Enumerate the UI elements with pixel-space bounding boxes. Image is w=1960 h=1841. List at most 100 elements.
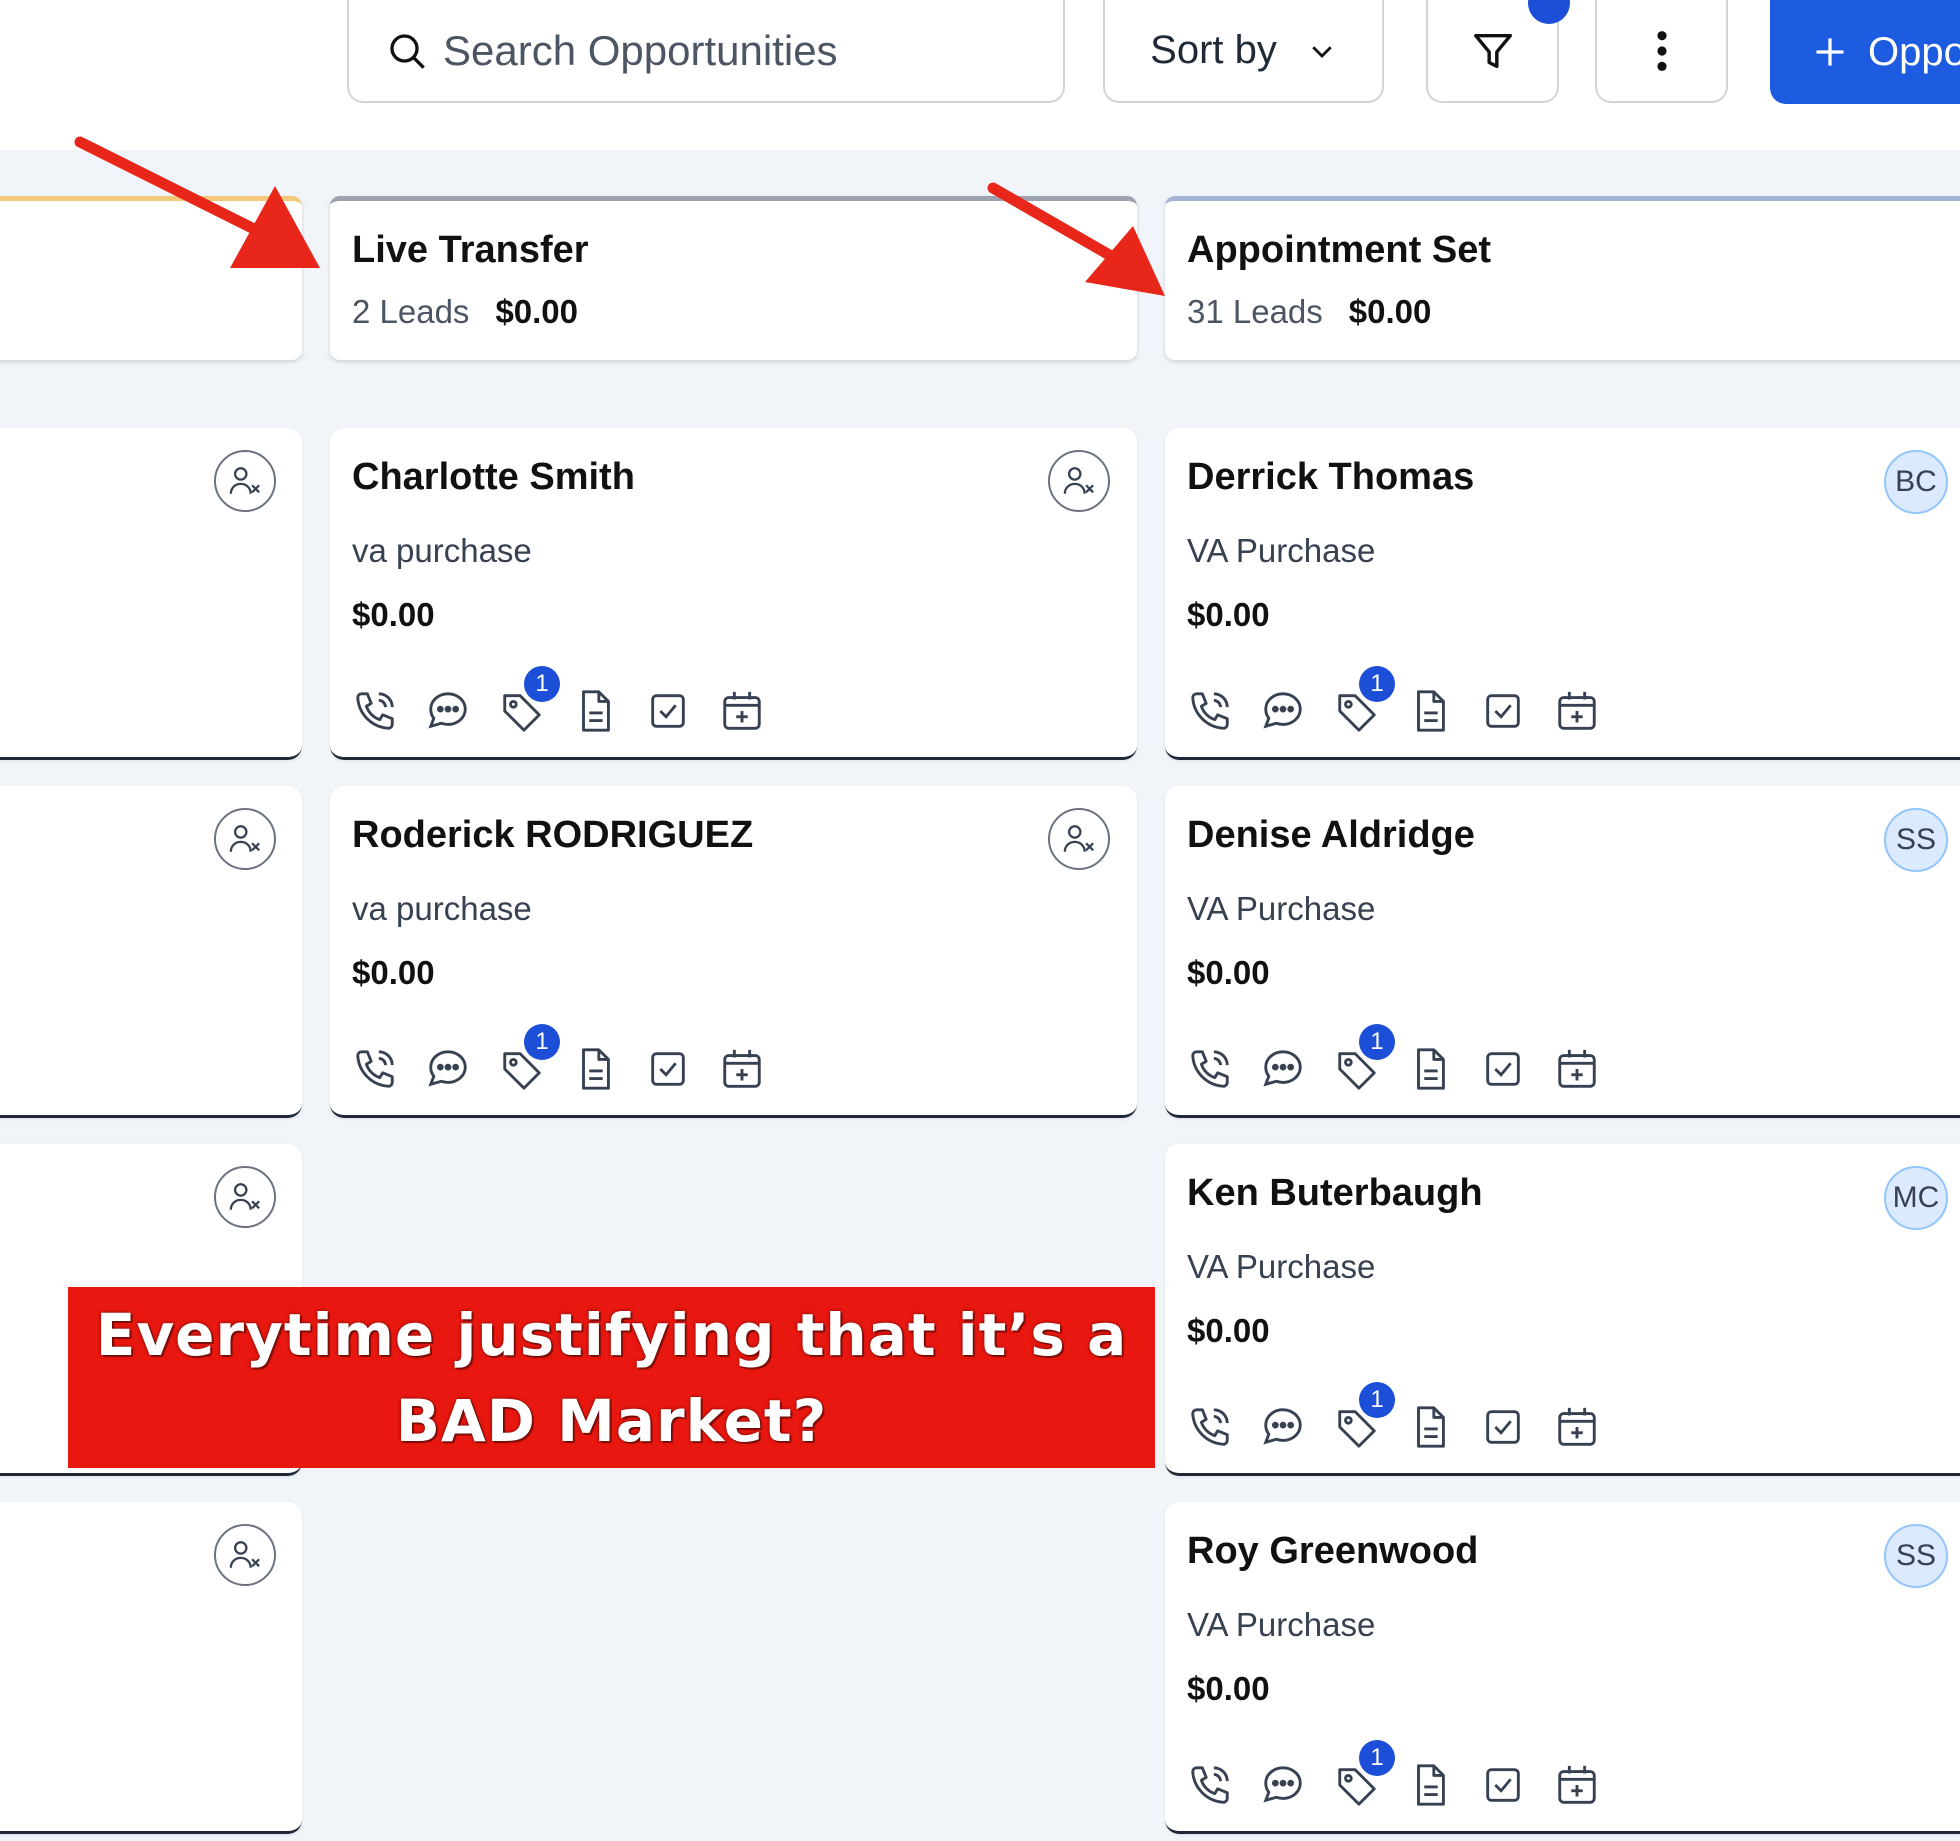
phone-icon[interactable]	[1187, 1762, 1233, 1808]
chevron-down-icon	[1312, 45, 1332, 58]
add-opportunity-button[interactable]: Oppo	[1770, 0, 1960, 104]
search-box[interactable]	[347, 0, 1065, 103]
user-remove-icon	[1063, 825, 1094, 852]
opportunity-name[interactable]: Derrick Thomas	[1187, 456, 1474, 499]
opportunity-amount: $0.00	[352, 954, 435, 991]
more-options-button[interactable]	[1595, 0, 1728, 103]
assignee-avatar[interactable]: BC	[1884, 450, 1948, 514]
tag-count-badge: 1	[524, 666, 560, 702]
calendar-add-icon[interactable]	[719, 688, 765, 734]
document-icon[interactable]	[1407, 688, 1453, 734]
task-checkbox-icon[interactable]	[1480, 1762, 1526, 1808]
chat-icon[interactable]	[1260, 1046, 1306, 1092]
plus-icon	[1816, 38, 1844, 66]
opportunity-type: VA Purchase	[1187, 890, 1376, 927]
pipeline-board: Live Transfer 2 Leads $0.00 Charlotte Smi…	[0, 150, 1960, 1841]
caption-line-1: Everytime justifying that it’s a	[95, 1300, 1128, 1369]
tag-count-badge: 1	[1359, 1024, 1395, 1060]
sort-by-button[interactable]: Sort by	[1103, 0, 1384, 103]
unassigned-user-button[interactable]	[1048, 450, 1110, 512]
opportunity-card[interactable]: Denise Aldridge VA Purchase $0.00 SS 1	[1165, 786, 1960, 1118]
opportunity-card-partial[interactable]	[0, 786, 302, 1118]
assignee-avatar[interactable]: SS	[1884, 1524, 1948, 1588]
opportunity-card[interactable]: Roy Greenwood VA Purchase $0.00 SS 1	[1165, 1502, 1960, 1834]
opportunity-card-partial[interactable]	[0, 1502, 302, 1834]
phone-icon[interactable]	[352, 688, 398, 734]
phone-icon[interactable]	[1187, 688, 1233, 734]
assignee-avatar[interactable]: SS	[1884, 808, 1948, 872]
task-checkbox-icon[interactable]	[1480, 688, 1526, 734]
opportunity-card[interactable]: Charlotte Smith va purchase $0.00 1	[330, 428, 1137, 760]
unassigned-user-button[interactable]	[214, 1166, 276, 1228]
tag-count-badge: 1	[1359, 666, 1395, 702]
phone-icon[interactable]	[1187, 1404, 1233, 1450]
chat-icon[interactable]	[1260, 1404, 1306, 1450]
column-header-appointment-set: Appointment Set 31 Leads $0.00	[1165, 196, 1960, 360]
column-total: $0.00	[495, 293, 579, 330]
search-input[interactable]	[441, 25, 1045, 76]
chat-icon[interactable]	[425, 688, 471, 734]
red-arrow-annotation	[74, 136, 320, 268]
document-icon[interactable]	[572, 1046, 618, 1092]
chat-icon[interactable]	[1260, 1762, 1306, 1808]
user-remove-icon	[229, 825, 260, 852]
opportunity-name[interactable]: Denise Aldridge	[1187, 814, 1475, 857]
phone-icon[interactable]	[352, 1046, 398, 1092]
opportunity-type: VA Purchase	[1187, 1606, 1376, 1643]
column-meta: 31 Leads $0.00	[1187, 293, 1431, 331]
opportunity-name[interactable]: Ken Buterbaugh	[1187, 1172, 1483, 1215]
filter-icon	[1473, 33, 1512, 68]
toolbar: Sort by Oppo	[0, 0, 1960, 150]
caption-line-2: BAD Market?	[395, 1386, 828, 1455]
vertical-dots-icon	[1656, 30, 1667, 71]
chat-icon[interactable]	[1260, 688, 1306, 734]
calendar-add-icon[interactable]	[1554, 1762, 1600, 1808]
opportunity-name[interactable]: Roderick RODRIGUEZ	[352, 814, 753, 857]
task-checkbox-icon[interactable]	[1480, 1404, 1526, 1450]
document-icon[interactable]	[572, 688, 618, 734]
opportunity-amount: $0.00	[352, 596, 435, 633]
column-meta: 2 Leads $0.00	[352, 293, 578, 331]
task-checkbox-icon[interactable]	[1480, 1046, 1526, 1092]
chat-icon[interactable]	[425, 1046, 471, 1092]
assignee-avatar[interactable]: MC	[1884, 1166, 1948, 1230]
unassigned-user-button[interactable]	[214, 450, 276, 512]
opportunity-name[interactable]: Charlotte Smith	[352, 456, 635, 499]
opportunity-card[interactable]: Derrick Thomas VA Purchase $0.00 BC 1	[1165, 428, 1960, 760]
tag-count-badge: 1	[1359, 1382, 1395, 1418]
opportunity-card[interactable]: Ken Buterbaugh VA Purchase $0.00 MC 1	[1165, 1144, 1960, 1476]
document-icon[interactable]	[1407, 1404, 1453, 1450]
opportunity-type: VA Purchase	[1187, 532, 1376, 569]
user-remove-icon	[229, 1541, 260, 1568]
opportunity-name[interactable]: Roy Greenwood	[1187, 1530, 1478, 1573]
opportunity-amount: $0.00	[1187, 1312, 1270, 1349]
unassigned-user-button[interactable]	[1048, 808, 1110, 870]
column-title: Appointment Set	[1187, 229, 1491, 271]
sort-by-label: Sort by	[1150, 28, 1277, 72]
opportunity-card[interactable]: Roderick RODRIGUEZ va purchase $0.00 1	[330, 786, 1137, 1118]
opportunity-amount: $0.00	[1187, 1670, 1270, 1707]
caption-banner: Everytime justifying that it’s a BAD Mar…	[68, 1287, 1155, 1468]
task-checkbox-icon[interactable]	[645, 688, 691, 734]
opportunity-card-partial[interactable]	[0, 428, 302, 760]
opportunity-amount: $0.00	[1187, 954, 1270, 991]
unassigned-user-button[interactable]	[214, 1524, 276, 1586]
column-lead-count: 2 Leads	[352, 293, 470, 330]
opportunity-type: VA Purchase	[1187, 1248, 1376, 1285]
column-lead-count: 31 Leads	[1187, 293, 1323, 330]
red-arrow-annotation	[987, 182, 1165, 296]
document-icon[interactable]	[1407, 1046, 1453, 1092]
calendar-add-icon[interactable]	[1554, 688, 1600, 734]
phone-icon[interactable]	[1187, 1046, 1233, 1092]
calendar-add-icon[interactable]	[719, 1046, 765, 1092]
calendar-add-icon[interactable]	[1554, 1404, 1600, 1450]
tag-count-badge: 1	[1359, 1740, 1395, 1776]
calendar-add-icon[interactable]	[1554, 1046, 1600, 1092]
task-checkbox-icon[interactable]	[645, 1046, 691, 1092]
user-remove-icon	[1063, 467, 1094, 494]
add-opportunity-label: Oppo	[1868, 29, 1960, 74]
document-icon[interactable]	[1407, 1762, 1453, 1808]
opportunity-type: va purchase	[352, 890, 532, 927]
unassigned-user-button[interactable]	[214, 808, 276, 870]
column-title: Live Transfer	[352, 229, 589, 271]
